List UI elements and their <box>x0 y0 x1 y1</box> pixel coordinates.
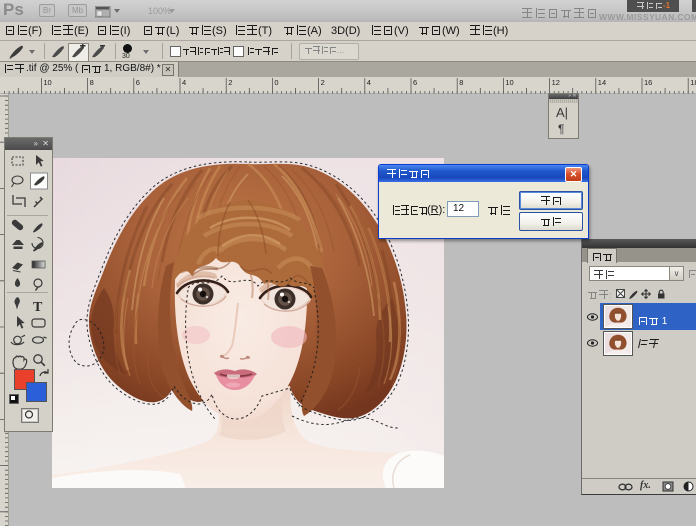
svg-text:6: 6 <box>413 78 417 87</box>
svg-text:0: 0 <box>274 78 278 87</box>
svg-text:18: 18 <box>690 78 696 87</box>
svg-text:8: 8 <box>90 78 94 87</box>
svg-text:14: 14 <box>598 78 606 87</box>
svg-text:16: 16 <box>644 78 652 87</box>
svg-text:2: 2 <box>228 78 232 87</box>
svg-text:4: 4 <box>367 78 371 87</box>
svg-text:12: 12 <box>552 78 560 87</box>
svg-text:6: 6 <box>136 78 140 87</box>
svg-text:8: 8 <box>459 78 463 87</box>
svg-text:4: 4 <box>182 78 186 87</box>
svg-text:10: 10 <box>43 78 51 87</box>
svg-text:T: T <box>33 300 43 315</box>
svg-text:2: 2 <box>321 78 325 87</box>
svg-text:10: 10 <box>505 78 513 87</box>
